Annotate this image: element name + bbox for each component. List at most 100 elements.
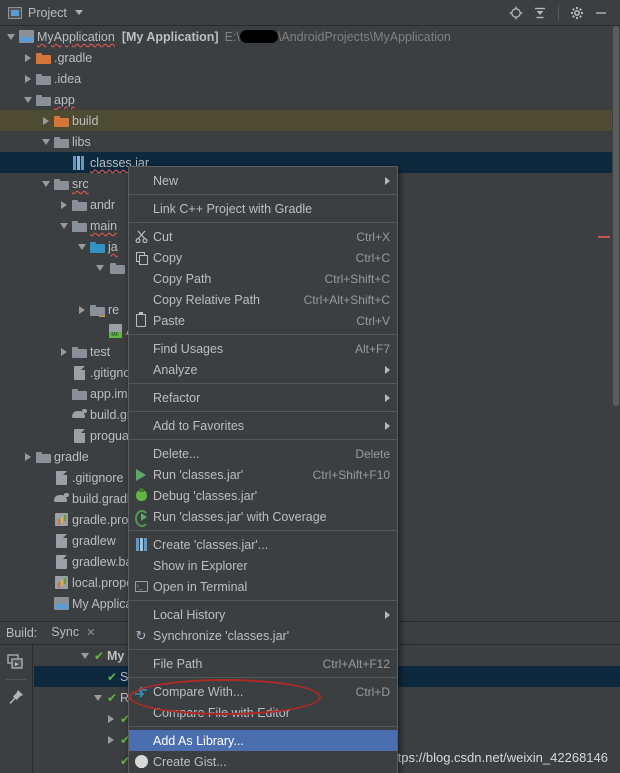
menu-item-refactor[interactable]: Refactor [129,387,397,408]
tree-item-label: proguar [90,428,134,443]
leaf-spacer [93,320,106,341]
toolbar-divider [6,679,26,680]
menu-item-create-classes-jar[interactable]: Create 'classes.jar'... [129,534,397,555]
show-console-icon[interactable]: ▸ [5,651,27,673]
menu-item-file-path[interactable]: File Path Ctrl+Alt+F12 [129,653,397,674]
project-tree-scrollbar[interactable] [612,26,620,621]
file-icon [52,530,70,551]
menu-item-paste[interactable]: Paste Ctrl+V [129,310,397,331]
menu-separator [129,649,397,650]
expand-arrow-icon[interactable] [4,26,17,47]
menu-item-create-gist[interactable]: Create Gist... [129,751,397,772]
settings-gear-icon[interactable] [566,2,588,24]
menu-separator [129,439,397,440]
menu-item-add-as-library[interactable]: Add As Library... [129,730,397,751]
menu-item-synchronize-classes-jar[interactable]: ↻ Synchronize 'classes.jar' [129,625,397,646]
submenu-arrow-icon [385,610,390,619]
menu-item-analyze[interactable]: Analyze [129,359,397,380]
expand-arrow-icon[interactable] [39,110,52,131]
leaf-spacer [57,425,70,446]
tree-item-label: .gitignore [72,470,124,485]
menu-item-compare-with[interactable]: Compare With... Ctrl+D [129,681,397,702]
menu-item-run-classes-jar[interactable]: Run 'classes.jar' Ctrl+Shift+F10 [129,464,397,485]
project-module-icon [17,26,35,47]
menu-item-copy[interactable]: Copy Ctrl+C [129,247,397,268]
menu-item-link-cpp-project[interactable]: Link C++ Project with Gradle [129,198,397,219]
menu-item-cut[interactable]: Cut Ctrl+X [129,226,397,247]
close-icon[interactable]: ✕ [86,626,95,639]
tree-row-dot-gradle[interactable]: .gradle [0,47,612,68]
menu-item-label: Run 'classes.jar' with Coverage [153,509,327,524]
folder-icon [70,215,88,236]
expand-arrow-icon[interactable] [91,687,104,708]
tree-row-dot-idea[interactable]: .idea [0,68,612,89]
coverage-icon [129,510,153,527]
expand-arrow-icon[interactable] [93,257,106,278]
leaf-spacer [91,666,104,687]
project-title-group[interactable]: Project [0,6,83,20]
collapse-all-icon[interactable] [529,2,551,24]
expand-arrow-icon[interactable] [78,645,91,666]
success-check-icon: ✔ [106,690,118,705]
menu-item-label: Compare File with Editor [153,705,290,720]
tree-item-label: ja [108,239,118,254]
error-stripe-marker[interactable] [598,236,610,238]
expand-arrow-icon[interactable] [57,215,70,236]
tree-item-label: gradle.prop [72,512,136,527]
menu-item-shortcut: Delete [355,446,390,461]
project-module-icon [52,593,70,614]
expand-arrow-icon[interactable] [104,708,117,729]
tree-item-label: test [90,344,111,359]
expand-arrow-icon[interactable] [57,194,70,215]
expand-arrow-icon[interactable] [75,299,88,320]
expand-arrow-icon[interactable] [21,68,34,89]
locate-icon[interactable] [505,2,527,24]
menu-item-label: Cut [153,229,173,244]
menu-item-add-to-favorites[interactable]: Add to Favorites [129,415,397,436]
expand-arrow-icon[interactable] [21,47,34,68]
pin-icon[interactable] [5,686,27,708]
project-tool-window-header: Project [0,0,620,26]
leaf-spacer [39,530,52,551]
expand-arrow-icon[interactable] [39,131,52,152]
redacted-path-block [239,30,278,43]
expand-arrow-icon[interactable] [39,173,52,194]
expand-arrow-icon[interactable] [104,729,117,750]
menu-item-local-history[interactable]: Local History [129,604,397,625]
menu-item-compare-file-with-editor[interactable]: Compare File with Editor [129,702,397,723]
expand-arrow-icon[interactable] [21,89,34,110]
source-folder-icon [88,236,106,257]
folder-icon [52,173,70,194]
menu-item-debug-classes-jar[interactable]: Debug 'classes.jar' [129,485,397,506]
menu-item-find-usages[interactable]: Find Usages Alt+F7 [129,338,397,359]
expand-arrow-icon[interactable] [21,446,34,467]
chevron-down-icon[interactable] [74,10,83,15]
menu-item-copy-path[interactable]: Copy Path Ctrl+Shift+C [129,268,397,289]
context-menu[interactable]: New Link C++ Project with Gradle Cut Ctr… [128,166,398,773]
menu-item-label: Debug 'classes.jar' [153,488,258,503]
menu-item-label: Analyze [153,362,198,377]
toolbar-divider [558,5,559,20]
expand-arrow-icon[interactable] [75,236,88,257]
tree-row-root[interactable]: MyApplication [My Application] E:\ \Andro… [0,26,612,47]
menu-item-open-in-terminal[interactable]: ›_ Open in Terminal [129,576,397,597]
properties-icon [52,509,70,530]
toolwindow-actions [505,2,620,24]
menu-separator [129,726,397,727]
expand-arrow-icon[interactable] [57,341,70,362]
leaf-spacer [39,467,52,488]
tree-row-app[interactable]: app [0,89,612,110]
menu-item-delete[interactable]: Delete... Delete [129,443,397,464]
minimize-icon[interactable] [590,2,612,24]
tab-sync[interactable]: Sync ✕ [49,622,103,645]
menu-item-shortcut: Ctrl+Alt+Shift+C [303,292,390,307]
scrollbar-thumb[interactable] [613,26,619,406]
menu-item-new[interactable]: New [129,170,397,191]
tree-row-libs[interactable]: libs [0,131,612,152]
tree-item-label: local.prope [72,575,134,590]
menu-item-show-in-explorer[interactable]: Show in Explorer [129,555,397,576]
cut-icon [129,230,153,243]
menu-item-copy-relative-path[interactable]: Copy Relative Path Ctrl+Alt+Shift+C [129,289,397,310]
menu-item-run-with-coverage[interactable]: Run 'classes.jar' with Coverage [129,506,397,527]
tree-row-build[interactable]: build [0,110,612,131]
